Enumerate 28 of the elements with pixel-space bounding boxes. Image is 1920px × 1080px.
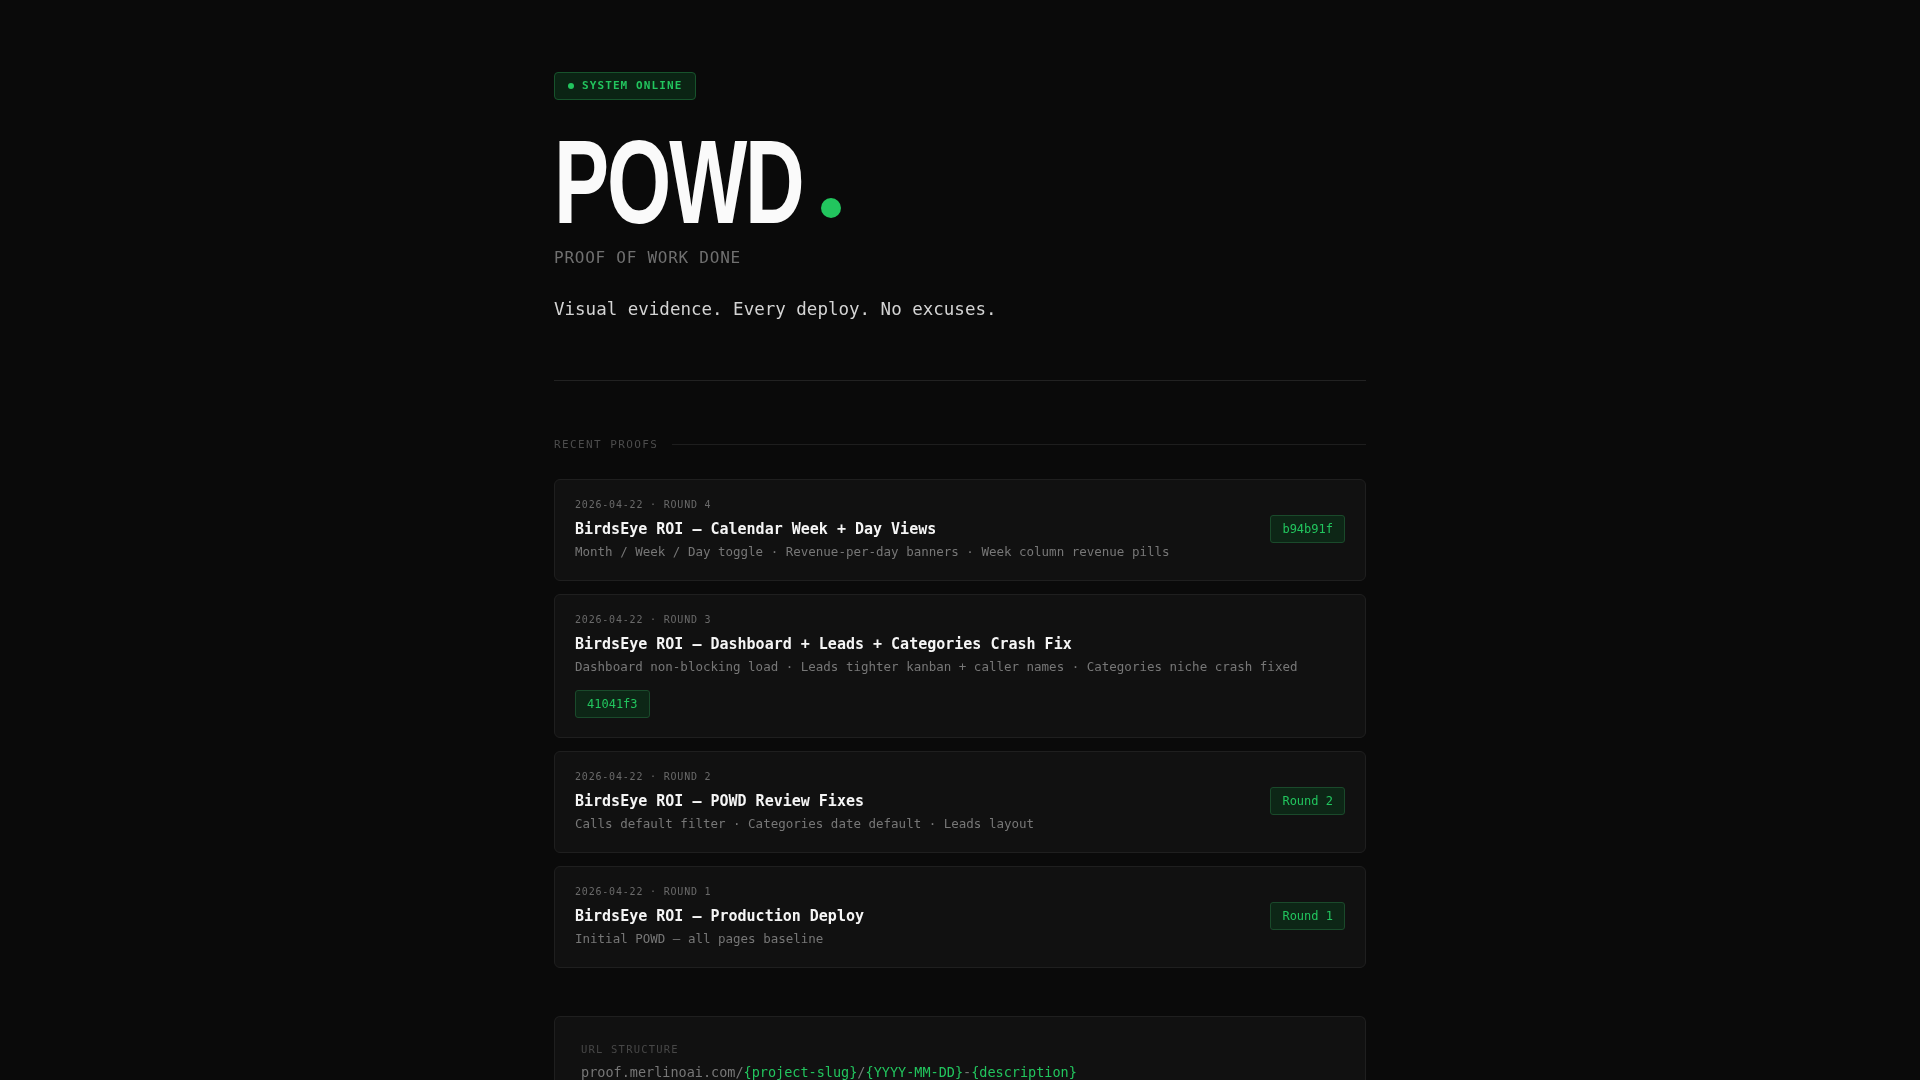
proof-meta: 2026-04-22 · ROUND 2	[575, 769, 713, 784]
proof-title: BirdsEye ROI — Dashboard + Leads + Categories Crash Fix	[575, 633, 1073, 654]
url-pattern: proof.merlinoai.com/{project-slug}/{YYYY-MM-DD}-{description}	[581, 1062, 1077, 1080]
proof-title: BirdsEye ROI — Production Deploy	[575, 905, 864, 926]
proof-description: Initial POWD — all pages baseline	[575, 929, 825, 948]
proof-tag: b94b91f	[1270, 515, 1345, 544]
proof-meta: 2026-04-22 · ROUND 4	[575, 497, 713, 512]
proof-card[interactable]: 2026-04-22 · ROUND 3 BirdsEye ROI — Dashboard + Leads + Categories Crash Fix Dashboard non-blocking load · Leads tighter kanban + caller names · Categories niche crash fixed 41041f3	[554, 593, 1366, 738]
section-heading: RECENT PROOFS	[554, 437, 659, 452]
proof-tag: 41041f3	[575, 689, 650, 718]
subtitle: PROOF OF WORK DONE	[554, 247, 741, 268]
proof-description: Calls default filter · Categories date default · Leads layout	[575, 814, 1035, 833]
proof-meta: 2026-04-22 · ROUND 3	[575, 612, 713, 627]
proof-tag: Round 2	[1270, 787, 1345, 816]
proof-card[interactable]: 2026-04-22 · ROUND 1 BirdsEye ROI — Production Deploy Initial POWD — all pages baseline Round 1	[554, 865, 1366, 968]
proof-card[interactable]: 2026-04-22 · ROUND 4 BirdsEye ROI — Calendar Week + Day Views Month / Week / Day toggle · Revenue-per-day banners · Week column revenue pills b94b91f	[554, 478, 1366, 581]
proof-meta: 2026-04-22 · ROUND 1	[575, 884, 713, 899]
proof-description: Month / Week / Day toggle · Revenue-per-day banners · Week column revenue pills	[575, 542, 1170, 561]
status-label: SYSTEM ONLINE	[582, 78, 683, 93]
tagline: Visual evidence. Every deploy. No excuses.	[554, 297, 997, 321]
page-title: POWD	[554, 122, 803, 241]
proof-card[interactable]: 2026-04-22 · ROUND 2 BirdsEye ROI — POWD Review Fixes Calls default filter · Categories date default · Leads layout Round 2	[554, 750, 1366, 853]
proof-title: BirdsEye ROI — Calendar Week + Day Views	[575, 518, 938, 539]
status-dot-icon	[568, 82, 574, 89]
proof-tag: Round 1	[1270, 902, 1345, 931]
proof-description: Dashboard non-blocking load · Leads tighter kanban + caller names · Categories niche crash fixed	[575, 657, 1298, 676]
proof-title: BirdsEye ROI — POWD Review Fixes	[575, 790, 865, 811]
accent-dot-icon	[821, 197, 842, 218]
